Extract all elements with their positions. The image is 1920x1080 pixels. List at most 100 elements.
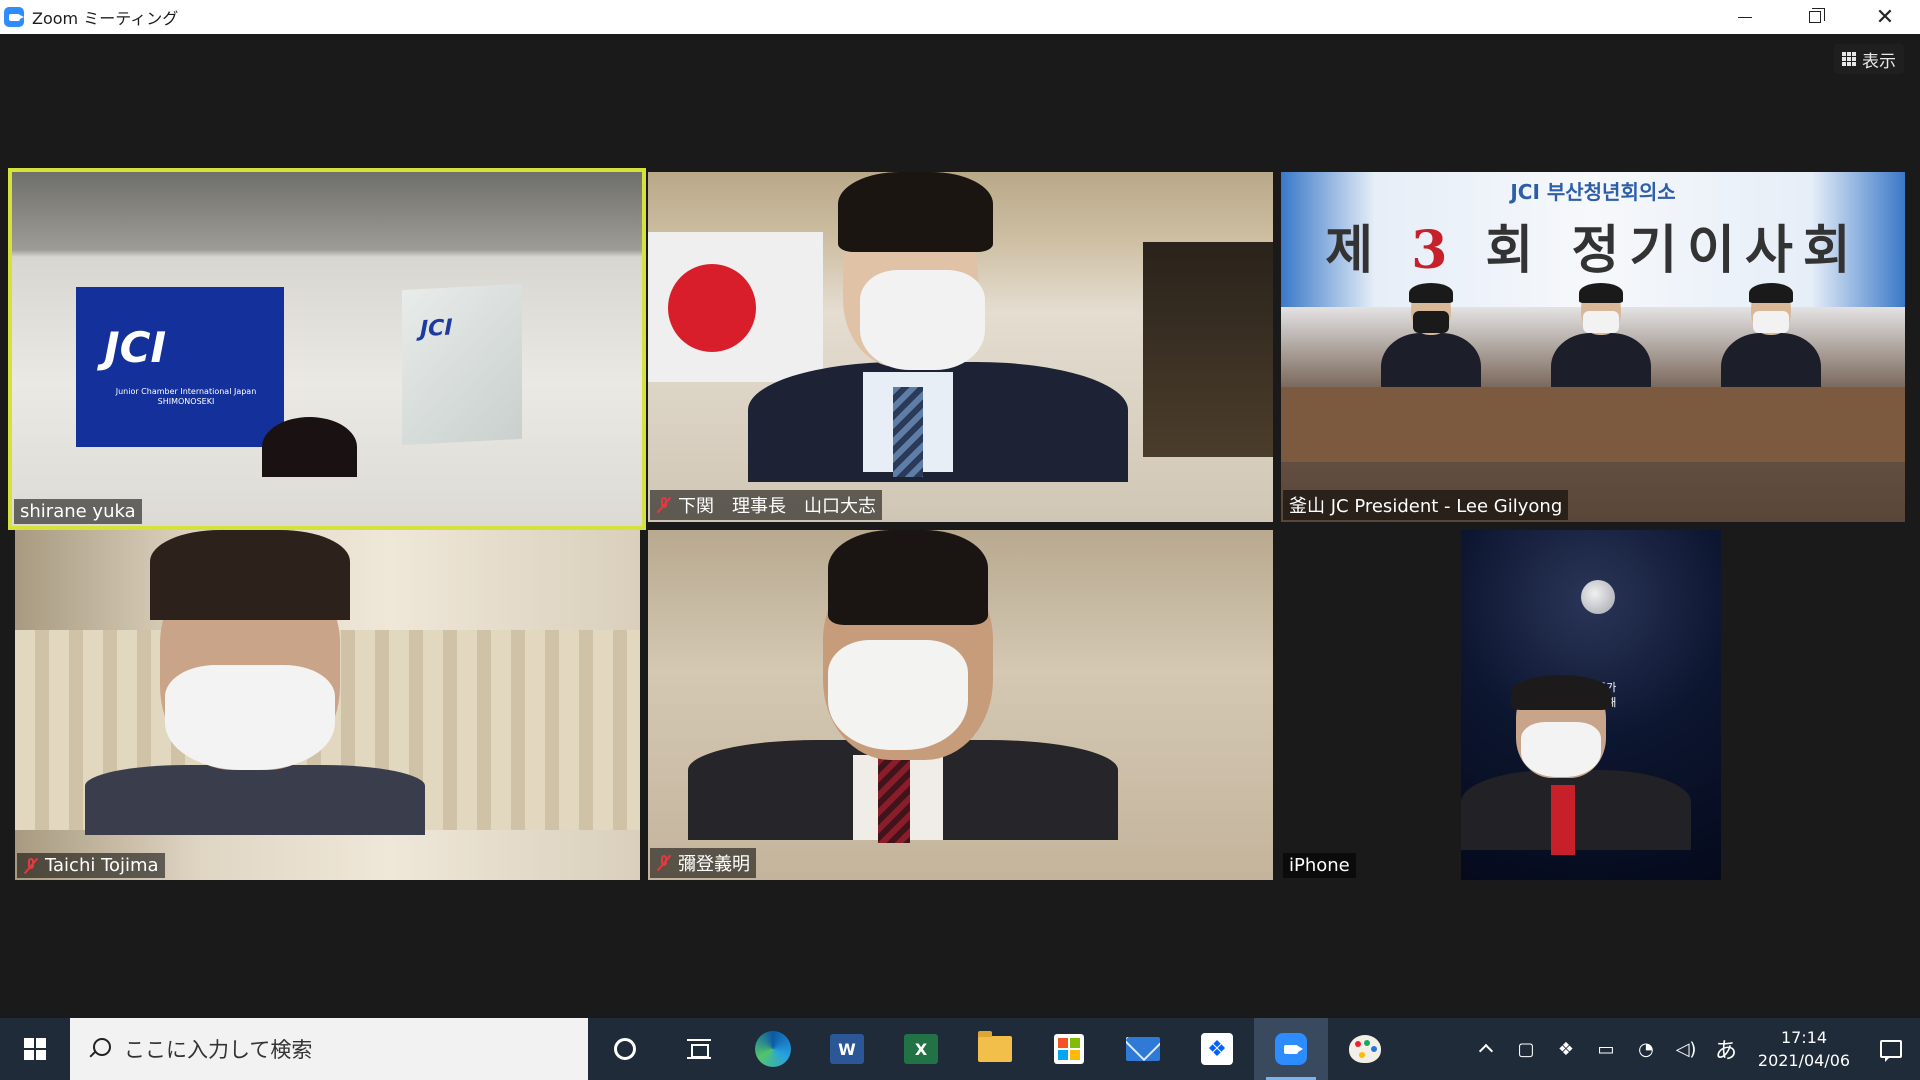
speaker-icon: ◁)	[1675, 1038, 1697, 1060]
clock-date: 2021/04/06	[1757, 1051, 1851, 1070]
jci-sign: JCI Junior Chamber International Japan S…	[76, 287, 284, 447]
restore-icon	[1809, 8, 1825, 23]
battery-icon: ▭	[1597, 1038, 1615, 1060]
participant-name: 彌登義明	[678, 854, 750, 875]
moon-image	[1581, 580, 1615, 614]
network-button[interactable]: ◔	[1626, 1018, 1666, 1080]
participant-name-label: 釜山 JC President - Lee Gilyong	[1283, 490, 1569, 520]
paint-icon	[1349, 1035, 1381, 1063]
face-mask	[165, 665, 335, 770]
participant-name-label: iPhone	[1283, 853, 1356, 878]
video-tile-mito-yoshiaki[interactable]: 彌登義明	[648, 530, 1273, 880]
chevron-up-icon	[1478, 1043, 1494, 1059]
participant-name-label: shirane yuka	[14, 499, 142, 524]
dropbox-tray-icon: ❖	[1557, 1038, 1575, 1060]
meet-now-button[interactable]: ▢	[1506, 1018, 1546, 1080]
participant-tie	[1551, 785, 1575, 855]
jci-logo-text: JCI	[104, 323, 167, 372]
banner-title: 제 3 회 정기이사회	[1325, 220, 1861, 281]
participant-head	[262, 417, 357, 477]
face-mask	[860, 270, 985, 370]
participant-name: Taichi Tojima	[45, 855, 159, 876]
battery-button[interactable]: ▭	[1586, 1018, 1626, 1080]
participant-name-label: 彌登義明	[650, 848, 756, 878]
zoom-app-icon	[4, 7, 24, 27]
conference-desk	[1281, 387, 1905, 462]
edge-icon	[755, 1031, 791, 1067]
show-hidden-icons-button[interactable]	[1466, 1018, 1506, 1080]
mail-button[interactable]	[1106, 1018, 1180, 1080]
award-plaque: JCI	[402, 283, 522, 446]
window-title: Zoom ミーティング	[32, 9, 179, 28]
japan-flag	[648, 232, 823, 382]
participant-name: 下関 理事長 山口大志	[678, 496, 876, 517]
close-button[interactable]: ✕	[1850, 0, 1920, 34]
word-button[interactable]: W	[810, 1018, 884, 1080]
window-controls: ✕	[1710, 0, 1920, 34]
search-icon	[88, 1038, 111, 1060]
mail-icon	[1126, 1037, 1160, 1061]
edge-button[interactable]	[736, 1018, 810, 1080]
plaque-logo-text: JCI	[420, 315, 453, 343]
notifications-button[interactable]	[1862, 1018, 1920, 1080]
zoom-icon	[1275, 1033, 1307, 1065]
participant-name: 釜山 JC President - Lee Gilyong	[1289, 496, 1563, 517]
jci-sub-text: Junior Chamber International Japan SHIMO…	[115, 387, 257, 407]
camera-icon: ▢	[1517, 1038, 1535, 1060]
participant-name: iPhone	[1289, 855, 1350, 876]
clock-time: 17:14	[1780, 1027, 1828, 1047]
search-placeholder: ここに入力して検索	[124, 1038, 313, 1062]
video-tile-iphone[interactable]: 우주가 응원해 iPhone	[1281, 530, 1905, 880]
meeting-area: 表示 JCI Junior Chamber International Japa…	[0, 34, 1920, 1018]
volume-button[interactable]: ◁)	[1666, 1018, 1706, 1080]
paint-button[interactable]	[1328, 1018, 1402, 1080]
participant-hair	[828, 530, 988, 625]
video-tile-yamaguchi[interactable]: 下関 理事長 山口大志	[648, 172, 1273, 522]
ime-button[interactable]: あ	[1706, 1018, 1746, 1080]
store-icon	[1054, 1034, 1084, 1064]
close-icon: ✕	[1875, 4, 1895, 30]
grid-view-icon	[1842, 52, 1856, 66]
ime-label: あ	[1714, 1039, 1737, 1064]
view-button-label: 表示	[1862, 51, 1896, 72]
store-button[interactable]	[1032, 1018, 1106, 1080]
participant-hair	[838, 172, 993, 252]
excel-button[interactable]: X	[884, 1018, 958, 1080]
dropbox-tray-button[interactable]: ❖	[1546, 1018, 1586, 1080]
view-button[interactable]: 表示	[1834, 44, 1904, 74]
muted-mic-icon	[656, 496, 672, 514]
start-button[interactable]	[0, 1018, 70, 1080]
minimize-button[interactable]	[1710, 0, 1780, 34]
zoom-taskbar-button[interactable]	[1254, 1018, 1328, 1080]
participant-name-label: Taichi Tojima	[17, 853, 165, 878]
file-explorer-icon	[978, 1031, 1012, 1062]
video-tile-taichi-tojima[interactable]: Taichi Tojima	[15, 530, 640, 880]
participant-tie	[893, 387, 923, 477]
participant-suit	[85, 765, 425, 835]
muted-mic-icon	[23, 857, 39, 875]
banner-org-text: JCI 부산청년회의소	[1510, 180, 1676, 204]
file-explorer-button[interactable]	[958, 1018, 1032, 1080]
task-view-icon	[687, 1039, 711, 1059]
video-tile-shirane-yuka[interactable]: JCI Junior Chamber International Japan S…	[8, 168, 646, 530]
dropbox-icon: ❖	[1201, 1033, 1233, 1065]
participant-hair	[150, 530, 350, 620]
taskbar: ここに入力して検索 W X ❖ ▢ ❖ ▭ ◔ ◁) あ 17:14 2021/…	[0, 1018, 1920, 1080]
muted-mic-icon	[656, 854, 672, 872]
participant-suit	[1461, 770, 1691, 850]
video-tile-lee-gilyong[interactable]: JCI 부산청년회의소 제 3 회 정기이사회 釜山 JC President …	[1281, 172, 1905, 522]
participant-name: shirane yuka	[20, 501, 136, 522]
excel-icon: X	[904, 1034, 938, 1064]
participant-hair	[1511, 675, 1611, 710]
cortana-button[interactable]	[588, 1018, 662, 1080]
title-bar: Zoom ミーティング ✕	[0, 0, 1920, 34]
dropbox-button[interactable]: ❖	[1180, 1018, 1254, 1080]
task-view-button[interactable]	[662, 1018, 736, 1080]
system-tray: ▢ ❖ ▭ ◔ ◁) あ 17:14 2021/04/06	[1466, 1018, 1920, 1080]
restore-button[interactable]	[1780, 0, 1850, 34]
clock[interactable]: 17:14 2021/04/06	[1746, 1018, 1862, 1080]
notification-icon	[1880, 1040, 1902, 1062]
word-icon: W	[830, 1034, 864, 1064]
participant-tie	[878, 758, 910, 843]
taskbar-search[interactable]: ここに入力して検索	[70, 1018, 588, 1080]
